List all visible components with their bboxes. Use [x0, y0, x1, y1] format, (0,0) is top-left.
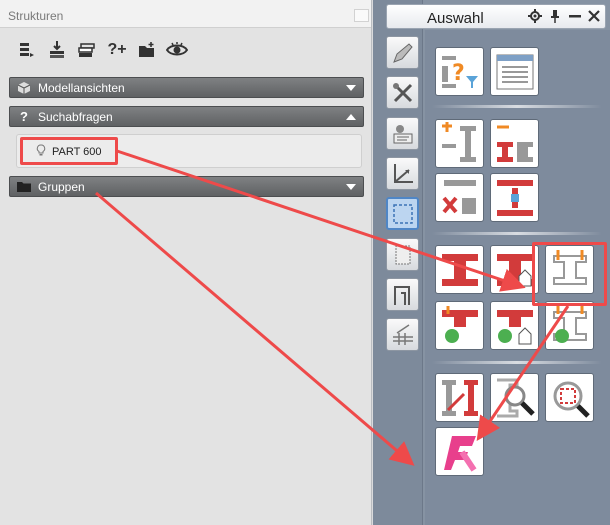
query-add-icon[interactable]: ?+ [106, 38, 128, 62]
tools-icon[interactable] [386, 76, 419, 109]
beam-arrow-icon[interactable] [435, 373, 484, 422]
pencil-icon[interactable] [386, 36, 419, 69]
section-gruppen[interactable]: Gruppen [9, 176, 364, 197]
profile-icon[interactable] [386, 278, 419, 311]
sheet-icon[interactable] [386, 238, 419, 271]
beam-refresh-2-icon[interactable] [490, 301, 539, 350]
beam-red-1-icon[interactable] [435, 245, 484, 294]
chevron-down-icon[interactable] [346, 184, 356, 190]
pin-icon[interactable] [547, 8, 563, 24]
insert-icon[interactable] [46, 38, 68, 62]
structures-toolbar: ?+ [16, 38, 188, 68]
auswahl-titlebar: Auswahl [386, 4, 606, 29]
user-card-icon[interactable] [386, 117, 419, 150]
query-add-label: ?+ [107, 41, 127, 58]
app-logo-icon[interactable] [435, 427, 484, 476]
select-rect-icon[interactable] [386, 197, 419, 230]
section-label: Modellansichten [38, 80, 125, 95]
annotation-box-tool [532, 242, 607, 306]
grid-icon[interactable] [386, 318, 419, 351]
gear-icon[interactable] [527, 8, 543, 24]
minimize-icon[interactable] [567, 8, 583, 24]
structures-panel: Strukturen ?+ Modellansichten ? Suchabfr… [0, 0, 372, 525]
cube-icon [16, 81, 32, 95]
section-suchabfragen[interactable]: ? Suchabfragen [9, 106, 364, 127]
separator [432, 105, 602, 108]
folder-add-icon[interactable] [136, 38, 158, 62]
separator [432, 232, 602, 235]
section-label: Suchabfragen [38, 109, 113, 124]
axes-icon[interactable] [386, 157, 419, 190]
section-modellansichten[interactable]: Modellansichten [9, 77, 364, 98]
close-icon[interactable] [586, 8, 602, 24]
beam-refresh-1-icon[interactable] [435, 301, 484, 350]
beam-delete-icon[interactable] [435, 173, 484, 222]
svg-text:?: ? [452, 61, 465, 86]
section-label: Gruppen [38, 179, 85, 194]
layers-icon[interactable] [16, 38, 38, 62]
zoom-frame-icon[interactable] [545, 373, 594, 422]
question-icon: ? [20, 109, 28, 124]
stack-icon[interactable] [76, 38, 98, 62]
list-window-icon[interactable] [490, 47, 539, 96]
panel-title: Strukturen [0, 0, 371, 28]
filter-query-icon[interactable]: ? [435, 47, 484, 96]
eye-icon[interactable] [166, 38, 188, 62]
beam-refresh-3-icon[interactable] [545, 301, 594, 350]
panel-close-button[interactable] [354, 9, 369, 22]
folder-icon [16, 180, 32, 194]
beam-add-icon[interactable] [435, 119, 484, 168]
beam-grid-icon[interactable] [490, 173, 539, 222]
beam-remove-icon[interactable] [490, 119, 539, 168]
annotation-box-part600 [20, 137, 118, 165]
separator [432, 361, 602, 364]
chevron-down-icon[interactable] [346, 85, 356, 91]
chevron-up-icon[interactable] [346, 114, 356, 120]
auswahl-title: Auswahl [427, 10, 484, 27]
beam-zoom-icon[interactable] [490, 373, 539, 422]
